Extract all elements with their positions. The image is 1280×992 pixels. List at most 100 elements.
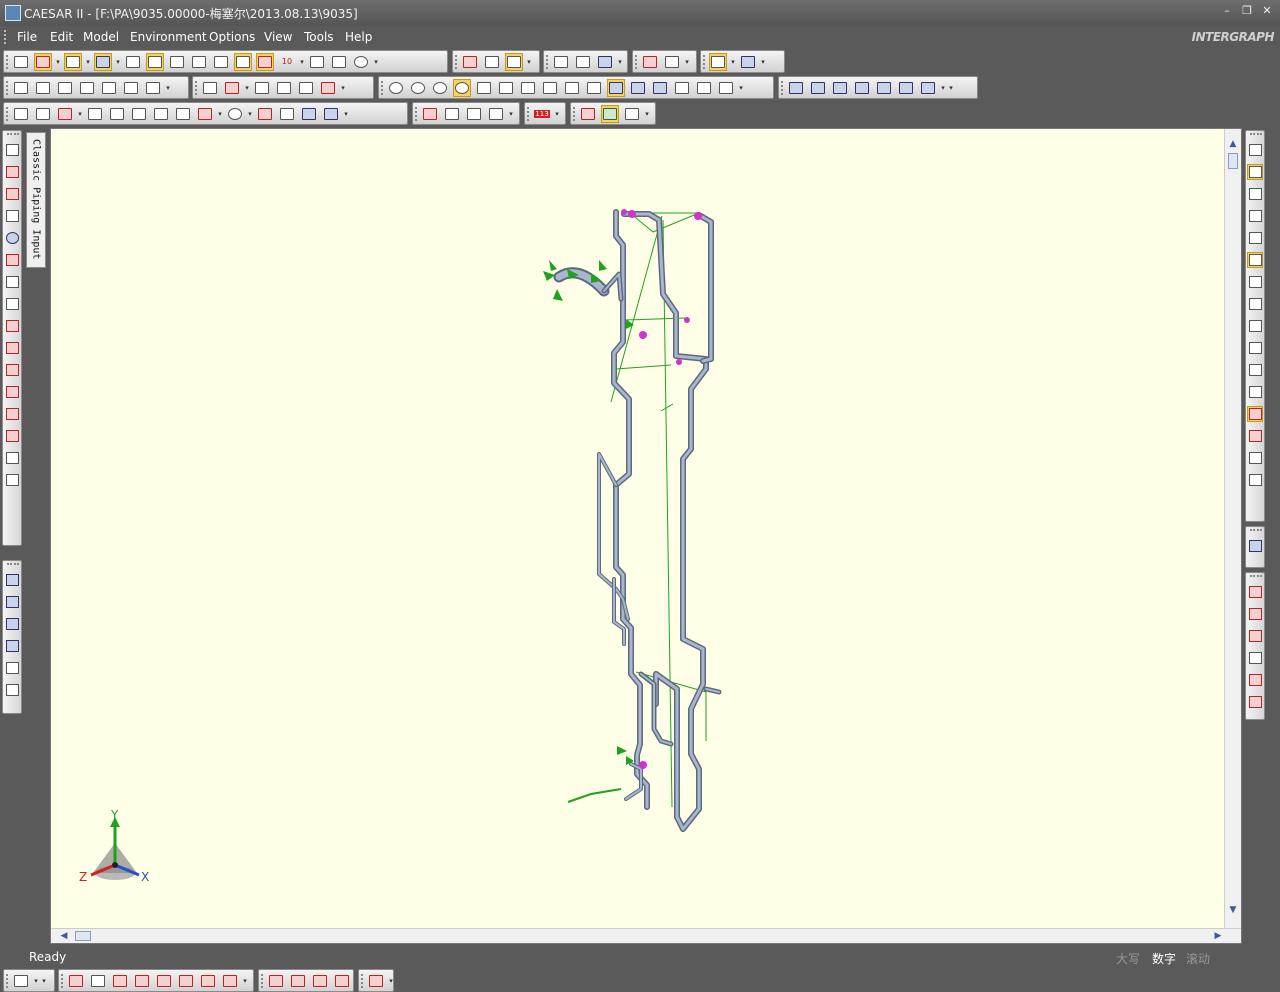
uniform-load-icon[interactable] xyxy=(421,105,439,123)
material-icon[interactable] xyxy=(56,105,74,123)
new-file-icon[interactable] xyxy=(12,79,30,97)
list-b-icon[interactable] xyxy=(12,972,30,990)
minimize-button[interactable]: – xyxy=(1218,4,1236,17)
element-count-icon[interactable]: 113 xyxy=(533,105,551,123)
temperature-icon[interactable] xyxy=(196,105,214,123)
structure-icon[interactable] xyxy=(253,79,271,97)
menu-edit[interactable]: Edit xyxy=(50,30,73,44)
terrain-icon[interactable] xyxy=(739,53,757,71)
pen-icon[interactable] xyxy=(1247,538,1263,554)
e-b-icon[interactable] xyxy=(177,972,195,990)
pan-icon[interactable] xyxy=(475,79,493,97)
print-preview-icon[interactable] xyxy=(596,53,614,71)
copy-icon[interactable] xyxy=(100,79,118,97)
flag-icon[interactable] xyxy=(1247,230,1263,246)
pointer-b-icon[interactable] xyxy=(333,972,351,990)
guide-r-icon[interactable] xyxy=(1247,362,1263,378)
previous-element-icon[interactable] xyxy=(4,594,20,610)
scroll-down-arrow[interactable]: ▼ xyxy=(1226,903,1240,917)
restore-button[interactable]: ❐ xyxy=(1238,4,1256,17)
spring-r-icon[interactable] xyxy=(1247,406,1263,422)
close-button[interactable]: ✕ xyxy=(1258,4,1276,17)
redo-icon[interactable] xyxy=(4,472,20,488)
number-10-icon[interactable]: 10 xyxy=(278,53,296,71)
goto-icon[interactable] xyxy=(4,660,20,676)
zoom-icon[interactable] xyxy=(409,79,427,97)
menu-help[interactable]: Help xyxy=(345,30,372,44)
zoom-window-icon[interactable] xyxy=(387,79,405,97)
rotate-icon[interactable] xyxy=(483,53,501,71)
binoculars-icon[interactable] xyxy=(352,53,370,71)
angle-icon[interactable] xyxy=(124,53,142,71)
element-info-icon[interactable] xyxy=(146,52,164,71)
zoom-extents-icon[interactable] xyxy=(431,79,449,97)
marker-b-icon[interactable] xyxy=(311,972,329,990)
scroll-right-arrow[interactable]: ▶ xyxy=(1211,929,1225,943)
undo-icon[interactable] xyxy=(4,450,20,466)
scroll-up-arrow[interactable]: ▲ xyxy=(1226,137,1240,151)
bend-v-icon[interactable] xyxy=(4,406,20,422)
select-icon[interactable] xyxy=(541,79,559,97)
asterisk-icon[interactable] xyxy=(579,105,597,123)
flange-v-icon[interactable] xyxy=(4,230,20,246)
wireframe-icon[interactable] xyxy=(1247,186,1263,202)
distortion-v-icon[interactable] xyxy=(4,296,20,312)
supports-icon[interactable] xyxy=(130,105,148,123)
fill-icon[interactable] xyxy=(297,79,315,97)
window-icon[interactable] xyxy=(552,53,570,71)
curve-b-icon[interactable] xyxy=(221,972,239,990)
window2-icon[interactable] xyxy=(574,53,592,71)
first-element-icon[interactable] xyxy=(4,572,20,588)
anchor-r-icon[interactable] xyxy=(1247,340,1263,356)
bottom-view-icon[interactable] xyxy=(853,79,871,97)
scroll-left-arrow[interactable]: ◀ xyxy=(57,929,71,943)
cold-spring-icon[interactable] xyxy=(1247,584,1263,600)
node-list-icon[interactable] xyxy=(94,52,112,71)
pen-b-icon[interactable] xyxy=(267,972,285,990)
rigid-icon[interactable] xyxy=(190,53,208,71)
limit-r-icon[interactable] xyxy=(1247,472,1263,488)
range-icon[interactable] xyxy=(1247,142,1263,158)
save-icon[interactable] xyxy=(56,79,74,97)
grid-icon[interactable] xyxy=(12,53,30,71)
node-r-icon[interactable] xyxy=(1247,450,1263,466)
lock-icon[interactable] xyxy=(623,105,641,123)
node-numbers-icon[interactable] xyxy=(86,105,104,123)
pipe-r-icon[interactable] xyxy=(1247,296,1263,312)
orbit-icon[interactable] xyxy=(453,78,471,97)
right-view-icon[interactable] xyxy=(897,79,915,97)
pressure-icon[interactable] xyxy=(226,105,244,123)
allowables-v-icon[interactable] xyxy=(4,362,20,378)
stack-b-icon[interactable] xyxy=(155,972,173,990)
menu-tools[interactable]: Tools xyxy=(304,30,334,44)
camera-icon[interactable] xyxy=(12,105,30,123)
force-icon[interactable] xyxy=(487,105,505,123)
color-element-icon[interactable] xyxy=(1247,164,1263,180)
print-icon[interactable] xyxy=(144,79,162,97)
open-folder-icon[interactable] xyxy=(34,79,52,97)
properties-icon[interactable] xyxy=(4,142,20,158)
plane-icon[interactable] xyxy=(1247,208,1263,224)
vertical-scroll-thumb[interactable] xyxy=(1228,153,1238,169)
brush-b-icon[interactable] xyxy=(289,972,307,990)
wind-v-icon[interactable] xyxy=(4,384,20,400)
select-group-icon[interactable] xyxy=(563,79,581,97)
cut-short-v-icon[interactable] xyxy=(4,318,20,334)
menu-model[interactable]: Model xyxy=(83,30,119,44)
horizontal-scrollbar[interactable]: ◀ ▶ xyxy=(51,928,1241,943)
element-length-icon[interactable] xyxy=(34,52,52,71)
forces-v-icon[interactable] xyxy=(4,340,20,356)
exp-joint-r-icon[interactable] xyxy=(1247,628,1263,644)
render-hidden-icon[interactable] xyxy=(651,79,669,97)
nozzles-icon[interactable] xyxy=(174,105,192,123)
reducer-r-icon[interactable] xyxy=(1247,672,1263,688)
menu-environment[interactable]: Environment xyxy=(130,30,207,44)
list-view-icon[interactable] xyxy=(201,79,219,97)
render-volume-icon[interactable] xyxy=(607,78,625,97)
refresh-icon[interactable] xyxy=(601,104,619,123)
restraints-icon[interactable] xyxy=(4,164,20,180)
anchor-icon[interactable] xyxy=(330,53,348,71)
flange-icon[interactable] xyxy=(278,105,296,123)
binoculars-v-icon[interactable] xyxy=(4,682,20,698)
classic-piping-input-tab[interactable]: Classic Piping Input xyxy=(26,132,46,268)
